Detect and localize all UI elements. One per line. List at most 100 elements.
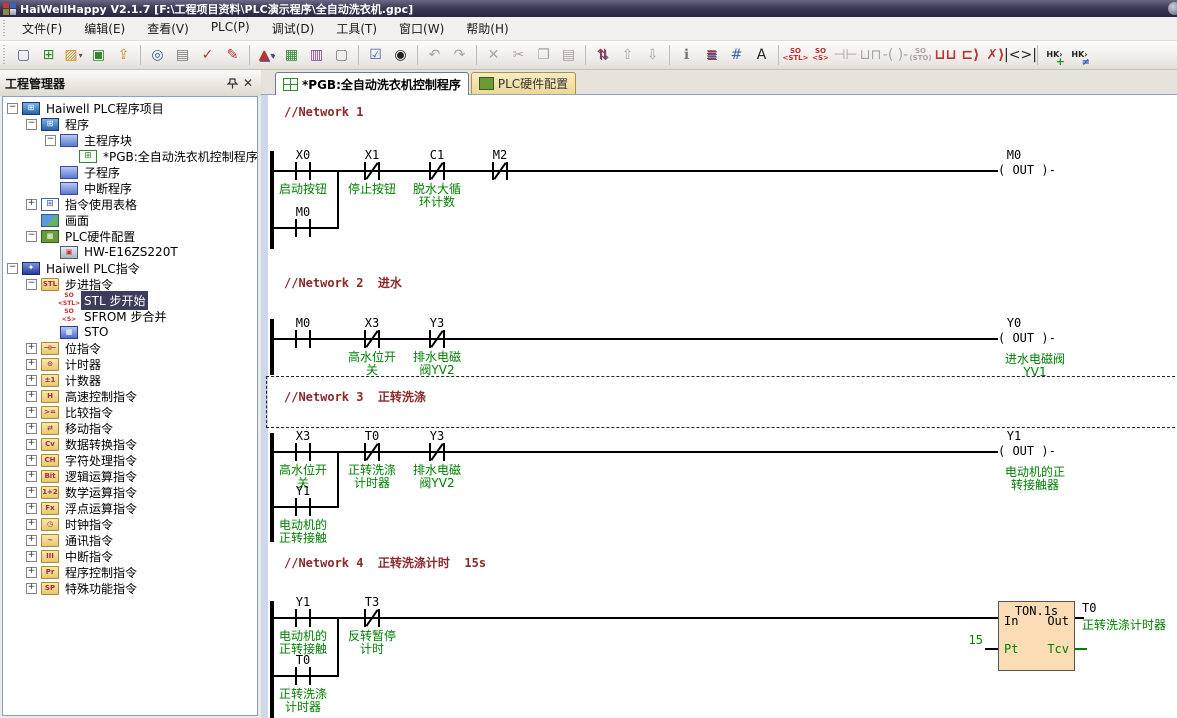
tree-item-bit-instructions[interactable]: +⊣⊢位指令	[3, 340, 257, 356]
toolbar-branch-insert-button[interactable]: ⊔⊔	[934, 44, 957, 67]
tree-item-sfrom-step-merge[interactable]: SO <S>SFROM 步合并	[3, 308, 257, 324]
toolbar-plc-monitor-button[interactable]: ▢	[330, 44, 353, 67]
tree-expander-icon[interactable]: +	[26, 487, 37, 498]
menu-edit[interactable]: 编辑(E)	[73, 17, 136, 40]
toolbar-font-button[interactable]: A	[750, 44, 773, 67]
network3-comment[interactable]: //Network 3 正转洗涤	[284, 388, 426, 405]
tree-expander-icon[interactable]: +	[26, 375, 37, 386]
menu-debug[interactable]: 调试(D)	[261, 17, 326, 40]
tree-item-comm-instructions[interactable]: +~通讯指令	[3, 532, 257, 548]
menu-help[interactable]: 帮助(H)	[455, 17, 519, 40]
tree-expander-icon[interactable]: −	[45, 135, 56, 146]
tree-expander-icon[interactable]: +	[26, 567, 37, 578]
menu-plc[interactable]: PLC(P)	[200, 17, 261, 40]
toolbar-plc-memory-button[interactable]: ▥	[305, 44, 328, 67]
ladder-canvas[interactable]: //Network 1 X0 启动按钮 X1 停止按钮 C1 脱水大循 环计数 …	[261, 94, 1177, 718]
tree-expander-icon[interactable]: −	[26, 279, 37, 290]
network4-comment[interactable]: //Network 4 正转洗涤计时 15s	[284, 554, 486, 571]
tree-expander-icon[interactable]: +	[26, 471, 37, 482]
tree-item-plc-hardware-config[interactable]: −▦PLC硬件配置	[3, 228, 257, 244]
tree-item-compare-instructions[interactable]: +>=比较指令	[3, 404, 257, 420]
toolbar-paste-button[interactable]: ▤	[557, 44, 580, 67]
toolbar-new-file-button[interactable]: ▢	[12, 44, 35, 67]
toolbar-open-project-button[interactable]: ▨▾	[62, 44, 85, 67]
toolbar-comm-config-button[interactable]: ⇅	[591, 44, 614, 67]
tree-expander-icon[interactable]: +	[26, 423, 37, 434]
tree-expander-icon[interactable]: −	[7, 263, 18, 274]
tree-expander-icon[interactable]: +	[26, 199, 37, 210]
tree-expander-icon[interactable]: +	[26, 583, 37, 594]
dropdown-arrow-icon[interactable]: ▾	[79, 51, 83, 60]
pin-icon[interactable]	[224, 76, 240, 91]
tree-expander-icon[interactable]: −	[7, 103, 18, 114]
window-control-button[interactable]	[1168, 2, 1177, 15]
tree-expander-icon[interactable]: +	[26, 359, 37, 370]
toolbar-hk-edit-button[interactable]: HK›	[1068, 44, 1091, 67]
tree-item-high-speed-control[interactable]: +H高速控制指令	[3, 388, 257, 404]
toolbar-save-button[interactable]: ▣	[87, 44, 110, 67]
toolbar-download-to-plc-button[interactable]: ▦	[280, 44, 303, 67]
tree-item-sto[interactable]: ▦STO	[3, 324, 257, 340]
tree-item-float-op[interactable]: +Fx浮点运算指令	[3, 500, 257, 516]
toolbar-empty-element-button[interactable]: |<>|	[1009, 44, 1032, 67]
tree-item-timer-instructions[interactable]: +⊙计时器	[3, 356, 257, 372]
tree-item-plc-instructions[interactable]: −✦Haiwell PLC指令	[3, 260, 257, 276]
toolbar-program-edit-button[interactable]: ✎	[221, 44, 244, 67]
toolbar-plc-info-button[interactable]: ℹ	[675, 44, 698, 67]
toolbar-contact-no-button[interactable]: ⊣⊢	[834, 44, 857, 67]
tree-expander-icon[interactable]: +	[26, 407, 37, 418]
toolbar-print-button[interactable]: ▤	[171, 44, 194, 67]
tree-expander-icon[interactable]: +	[26, 455, 37, 466]
toolbar-download-file-button[interactable]: ⇩	[641, 44, 664, 67]
toolbar-coil-out-button[interactable]: -( )-	[884, 44, 907, 67]
toolbar-sfrom-step-merge-button[interactable]: SO <S>	[809, 44, 832, 67]
toolbar-save-as-button[interactable]: ⇪	[112, 44, 135, 67]
tree-item-pgb-program[interactable]: ⊞*PGB:全自动洗衣机控制程序	[3, 148, 257, 164]
toolbar-sto-step-end-button[interactable]: SO (STO)	[909, 44, 932, 67]
toolbar-copy-button[interactable]: ❐	[532, 44, 555, 67]
toolbar-upload-from-plc-button[interactable]: ⇧	[616, 44, 639, 67]
toolbar-redo-button[interactable]: ↷	[448, 44, 471, 67]
toolbar-compile-button[interactable]: ▲▾	[255, 44, 278, 67]
tree-expander-icon[interactable]: +	[26, 503, 37, 514]
tree-expander-icon[interactable]: −	[26, 119, 37, 130]
toolbar-element-table-button[interactable]: #	[725, 44, 748, 67]
toolbar-stl-step-start-button[interactable]: SO <STL>	[784, 44, 807, 67]
tree-item-special-function[interactable]: +SP特殊功能指令	[3, 580, 257, 596]
toolbar-grip[interactable]	[3, 45, 8, 65]
toolbar-undo-button[interactable]: ↶	[423, 44, 446, 67]
tree-expander-icon[interactable]: +	[26, 439, 37, 450]
menu-tools[interactable]: 工具(T)	[325, 17, 388, 40]
toolbar-contact-parallel-button[interactable]: ⊔⊓	[859, 44, 882, 67]
tree-expander-icon[interactable]: +	[26, 535, 37, 546]
tree-expander-icon[interactable]: +	[26, 343, 37, 354]
tree-item-clock-instructions[interactable]: +◷时钟指令	[3, 516, 257, 532]
toolbar-find-button[interactable]: ◉	[389, 44, 412, 67]
tree-item-instruction-usage-table[interactable]: +⊞指令使用表格	[3, 196, 257, 212]
menu-file[interactable]: 文件(F)	[11, 17, 73, 40]
tree-expander-icon[interactable]: −	[26, 231, 37, 242]
toolbar-delete-button[interactable]: ✕	[482, 44, 505, 67]
tree-expander-icon[interactable]: +	[26, 519, 37, 530]
tree-item-project-root[interactable]: −⊞Haiwell PLC程序项目	[3, 100, 257, 116]
menu-view[interactable]: 查看(V)	[136, 17, 200, 40]
toolbar-hk-add-button[interactable]: HK›	[1043, 44, 1066, 67]
toolbar-project-structure-button[interactable]: ≣	[700, 44, 723, 67]
toolbar-cut-button[interactable]: ✂	[507, 44, 530, 67]
network1-comment[interactable]: //Network 1	[284, 105, 363, 119]
toolbar-print-preview-button[interactable]: ◎	[146, 44, 169, 67]
tree-expander-icon[interactable]: +	[26, 551, 37, 562]
toolbar-program-check-button[interactable]: ✓	[196, 44, 219, 67]
ton-timer-block[interactable]: TON.1s In Out Pt Tcv	[998, 601, 1075, 671]
network2-comment[interactable]: //Network 2 进水	[284, 274, 402, 291]
menubar-grip[interactable]	[3, 20, 8, 36]
dropdown-arrow-icon[interactable]: ▾	[270, 51, 274, 60]
tab-program[interactable]: *PGB:全自动洗衣机控制程序	[275, 72, 469, 95]
tab-hardware-config[interactable]: PLC硬件配置	[471, 72, 576, 94]
toolbar-coil-insert-button[interactable]: ⊏⟩	[959, 44, 982, 67]
tree-expander-icon[interactable]: +	[26, 391, 37, 402]
toolbar-new-project-button[interactable]: ⊞	[37, 44, 60, 67]
timer-preset-value[interactable]: 15	[959, 633, 983, 647]
close-icon[interactable]: ✕	[240, 76, 256, 91]
menu-window[interactable]: 窗口(W)	[388, 17, 455, 40]
